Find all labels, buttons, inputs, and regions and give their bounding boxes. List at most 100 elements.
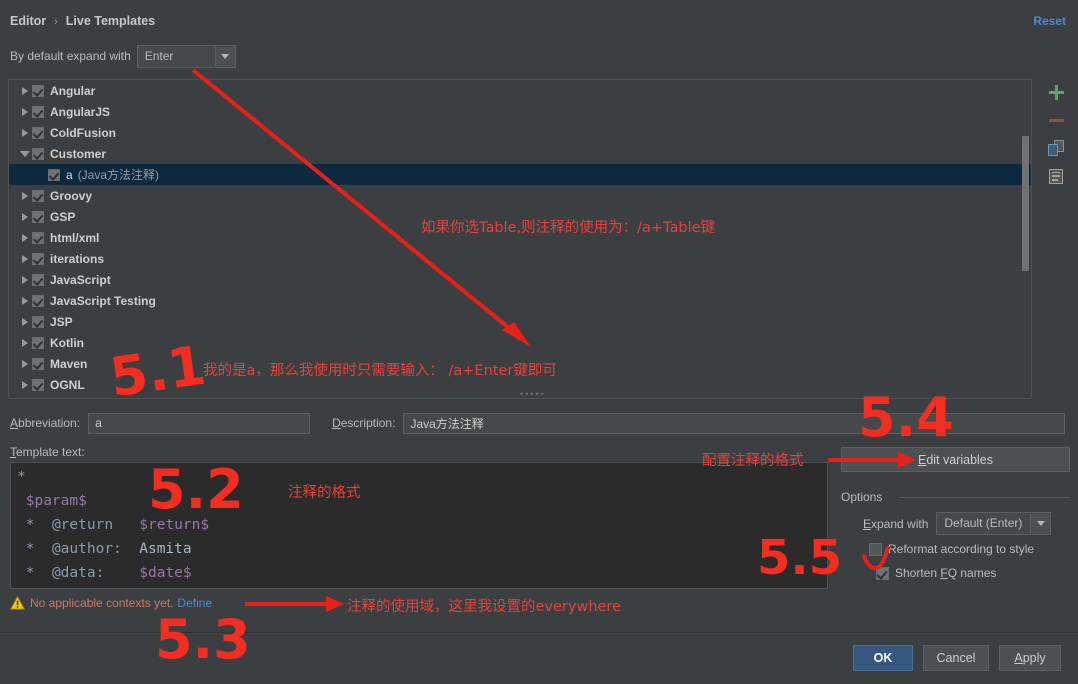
chevron-down-icon bbox=[214, 46, 235, 66]
description-value: Java方法注释 bbox=[410, 416, 484, 431]
chevron-right-icon[interactable] bbox=[17, 254, 32, 263]
breadcrumb-root[interactable]: Editor bbox=[10, 14, 46, 28]
tree-row-groovy[interactable]: Groovy bbox=[9, 185, 1031, 206]
template-text-editor[interactable]: * $param$ * @return $return$ * @author: … bbox=[10, 462, 828, 589]
warning-text: No applicable contexts yet. bbox=[30, 596, 174, 610]
tree-row-a[interactable]: a (Java方法注释) bbox=[9, 164, 1031, 185]
shorten-option-row[interactable]: Shorten FQ names bbox=[876, 566, 996, 580]
tree-row-checkbox[interactable] bbox=[32, 294, 44, 307]
tree-row-angularjs[interactable]: AngularJS bbox=[9, 101, 1031, 122]
chevron-down-icon[interactable] bbox=[17, 150, 32, 157]
tree-row-javascript[interactable]: JavaScript bbox=[9, 269, 1031, 290]
tree-row-checkbox[interactable] bbox=[32, 210, 44, 223]
default-expand-label: By default expand with bbox=[10, 49, 131, 63]
tree-row-checkbox[interactable] bbox=[32, 336, 44, 349]
tree-row-checkbox[interactable] bbox=[32, 126, 44, 139]
description-input[interactable]: Java方法注释 bbox=[403, 412, 1066, 434]
tree-row-javascript-testing[interactable]: JavaScript Testing bbox=[9, 290, 1031, 311]
footer-divider bbox=[0, 632, 1078, 633]
minus-icon bbox=[1048, 118, 1064, 122]
tree-row-checkbox[interactable] bbox=[32, 315, 44, 328]
abbreviation-value: a bbox=[95, 416, 102, 430]
expand-with-value: Default (Enter) bbox=[944, 516, 1023, 530]
splitter-handle[interactable]: ••••• bbox=[520, 390, 544, 399]
tree-row-checkbox[interactable] bbox=[32, 84, 44, 97]
chevron-right-icon[interactable] bbox=[17, 317, 32, 326]
tree-row-label: Maven bbox=[50, 356, 88, 371]
breadcrumb-separator: › bbox=[54, 16, 58, 28]
reformat-checkbox[interactable] bbox=[869, 542, 882, 556]
chevron-right-icon[interactable] bbox=[17, 212, 32, 221]
abbreviation-label: Abbreviation: bbox=[10, 416, 81, 430]
tree-row-checkbox[interactable] bbox=[32, 273, 44, 286]
tree-row-checkbox[interactable] bbox=[32, 252, 44, 265]
editor-line: $param$ bbox=[25, 493, 87, 509]
tree-row-customer[interactable]: Customer bbox=[9, 143, 1031, 164]
tree-row-jsp[interactable]: JSP bbox=[9, 311, 1031, 332]
annotation-number-5-3: 5.3 bbox=[155, 608, 251, 671]
tree-row-gsp[interactable]: GSP bbox=[9, 206, 1031, 227]
abbreviation-row: Abbreviation: a Description: Java方法注释 bbox=[10, 412, 1070, 434]
tree-row-checkbox[interactable] bbox=[32, 231, 44, 244]
chevron-right-icon[interactable] bbox=[17, 338, 32, 347]
abbreviation-input[interactable]: a bbox=[88, 412, 311, 434]
tree-row-html-xml[interactable]: html/xml bbox=[9, 227, 1031, 248]
chevron-right-icon[interactable] bbox=[17, 86, 32, 95]
reformat-option-row[interactable]: Reformat according to style bbox=[869, 542, 1034, 556]
tree-row-checkbox[interactable] bbox=[32, 189, 44, 202]
tree-row-label: Groovy bbox=[50, 188, 93, 203]
document-icon bbox=[1049, 168, 1063, 184]
chevron-right-icon[interactable] bbox=[17, 359, 32, 368]
chevron-right-icon[interactable] bbox=[17, 233, 32, 242]
tree-row-label: AngularJS bbox=[50, 104, 111, 119]
expand-with-dropdown[interactable]: Default (Enter) bbox=[936, 512, 1052, 535]
remove-template-button[interactable] bbox=[1043, 107, 1069, 133]
restore-defaults-button[interactable] bbox=[1043, 163, 1069, 189]
edit-variables-button[interactable]: Edit variables bbox=[841, 447, 1070, 472]
warning-triangle-icon bbox=[10, 596, 25, 610]
define-link[interactable]: Define bbox=[177, 596, 212, 610]
tree-row-label: JavaScript bbox=[50, 272, 111, 287]
tree-row-coldfusion[interactable]: ColdFusion bbox=[9, 122, 1031, 143]
tree-row-label: html/xml bbox=[50, 230, 100, 245]
tree-row-iterations[interactable]: iterations bbox=[9, 248, 1031, 269]
tree-row-kotlin[interactable]: Kotlin bbox=[9, 332, 1031, 353]
chevron-right-icon[interactable] bbox=[17, 296, 32, 305]
tree-row-checkbox[interactable] bbox=[32, 105, 44, 118]
shorten-checkbox[interactable] bbox=[876, 566, 889, 580]
annotation-note-scope: 注释的使用域，这里我设置的everywhere bbox=[347, 599, 621, 615]
chevron-right-icon[interactable] bbox=[17, 275, 32, 284]
context-warning-bar: No applicable contexts yet. Define bbox=[10, 596, 212, 610]
cancel-button[interactable]: Cancel bbox=[923, 645, 989, 671]
tree-row-checkbox[interactable] bbox=[32, 378, 44, 391]
ok-button[interactable]: OK bbox=[853, 645, 913, 671]
options-legend: Options bbox=[841, 490, 889, 504]
reset-link[interactable]: Reset bbox=[1033, 14, 1066, 28]
tree-row-label: Kotlin bbox=[50, 335, 84, 350]
templates-tree-panel[interactable]: Angular AngularJS ColdFusion Customer a (Java… bbox=[8, 79, 1032, 399]
tree-row-angular[interactable]: Angular bbox=[9, 80, 1031, 101]
chevron-right-icon[interactable] bbox=[17, 191, 32, 200]
shorten-label: Shorten FQ names bbox=[895, 566, 997, 580]
tree-row-checkbox[interactable] bbox=[48, 168, 60, 181]
default-expand-dropdown[interactable]: Enter bbox=[136, 44, 236, 68]
chevron-right-icon[interactable] bbox=[17, 380, 32, 389]
chevron-right-icon[interactable] bbox=[17, 128, 32, 137]
copy-icon bbox=[1048, 140, 1064, 156]
tree-row-label: a bbox=[66, 167, 73, 182]
tree-row-checkbox[interactable] bbox=[32, 357, 44, 370]
default-expand-value: Enter bbox=[144, 48, 174, 63]
default-expand-row: By default expand with Enter bbox=[10, 44, 236, 68]
description-label: Description: bbox=[332, 416, 396, 430]
editor-line: * @data: $date$ bbox=[25, 565, 192, 581]
chevron-right-icon[interactable] bbox=[17, 107, 32, 116]
add-template-button[interactable] bbox=[1043, 79, 1069, 105]
tree-row-checkbox[interactable] bbox=[32, 147, 44, 160]
tree-row-maven[interactable]: Maven bbox=[9, 353, 1031, 374]
duplicate-template-button[interactable] bbox=[1043, 135, 1069, 161]
apply-button[interactable]: Apply bbox=[999, 645, 1061, 671]
tree-vertical-scrollbar[interactable] bbox=[1022, 136, 1029, 271]
tree-row-label: Angular bbox=[50, 83, 96, 98]
tree-row-label: OGNL bbox=[50, 377, 85, 392]
tree-row-label: iterations bbox=[50, 251, 105, 266]
